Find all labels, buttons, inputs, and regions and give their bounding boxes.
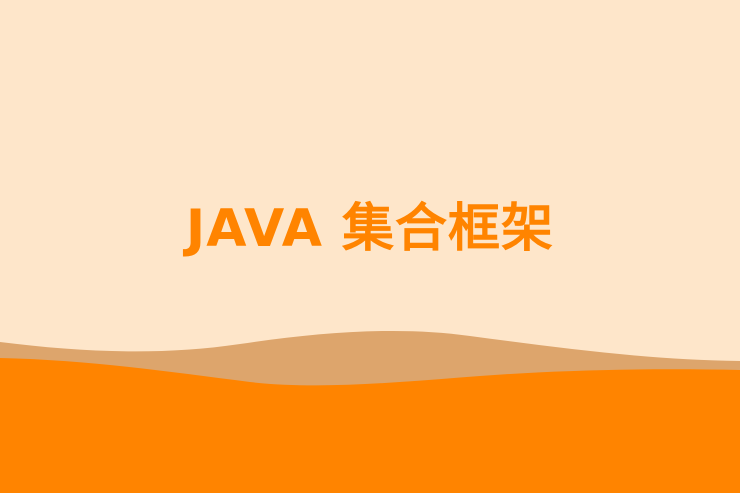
banner: JAVA 集合框架 <box>0 0 740 493</box>
wave-decoration <box>0 330 740 493</box>
